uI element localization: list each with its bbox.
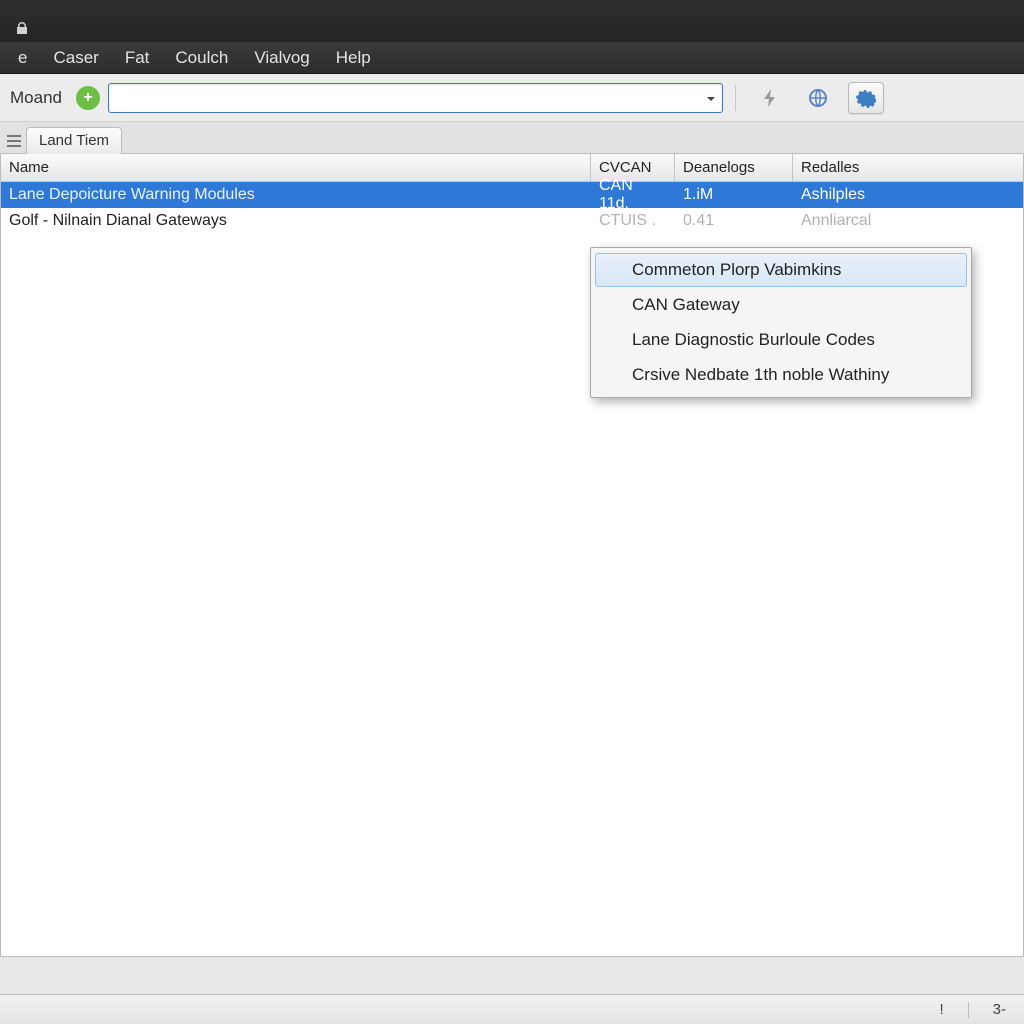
status-right: 3-: [993, 1001, 1006, 1018]
globe-button[interactable]: [800, 82, 836, 114]
toolbar: Moand +: [0, 74, 1024, 122]
bolt-button[interactable]: [752, 82, 788, 114]
cell-red: Ashilples: [793, 182, 1023, 208]
titlebar: [0, 0, 1024, 42]
toolbar-separator: [735, 85, 736, 111]
table-row[interactable]: Lane Depoicture Warning Modules CAN 11d.…: [1, 182, 1023, 208]
cell-name: Golf - Nilnain Dianal Gateways: [1, 208, 591, 234]
context-menu: Commeton Plorp Vabimkins CAN Gateway Lan…: [590, 247, 972, 398]
col-header-deanelogs[interactable]: Deanelogs: [675, 154, 793, 181]
tab-list-icon: [6, 133, 22, 149]
app-window: e Caser Fat Coulch Vialvog Help Moand +: [0, 0, 1024, 1024]
menu-caser[interactable]: Caser: [43, 45, 108, 71]
toolbar-moand-label: Moand: [10, 88, 62, 108]
menu-coulch[interactable]: Coulch: [165, 45, 238, 71]
table-row[interactable]: Golf - Nilnain Dianal Gateways CTUIS . 0…: [1, 208, 1023, 234]
app-icon: [14, 20, 30, 36]
ctx-can-gateway[interactable]: CAN Gateway: [595, 288, 967, 322]
address-input[interactable]: [108, 83, 723, 113]
cell-cvcan: CTUIS .: [591, 208, 675, 234]
tabstrip: Land Tiem: [0, 122, 1024, 154]
menu-vialvog[interactable]: Vialvog: [244, 45, 319, 71]
ctx-lane-diagnostic[interactable]: Lane Diagnostic Burloule Codes: [595, 323, 967, 357]
menu-fat[interactable]: Fat: [115, 45, 160, 71]
add-icon[interactable]: +: [76, 86, 100, 110]
table-header: Name CVCAN Deanelogs Redalles: [1, 154, 1023, 182]
cell-dean: 1.iM: [675, 182, 793, 208]
cell-dean: 0.41: [675, 208, 793, 234]
ctx-crsive-nedbate[interactable]: Crsive Nedbate 1th noble Wathiny: [595, 358, 967, 392]
col-header-redalles[interactable]: Redalles: [793, 154, 1023, 181]
settings-button[interactable]: [848, 82, 884, 114]
statusbar: ! 3-: [0, 994, 1024, 1024]
address-combo[interactable]: [108, 83, 723, 113]
col-header-name[interactable]: Name: [1, 154, 591, 181]
menu-help[interactable]: Help: [326, 45, 381, 71]
status-divider: [968, 1002, 969, 1018]
menubar: e Caser Fat Coulch Vialvog Help: [0, 42, 1024, 74]
menu-e[interactable]: e: [8, 45, 37, 71]
status-left: !: [939, 1001, 943, 1018]
cell-name: Lane Depoicture Warning Modules: [1, 182, 591, 208]
tab-land-tiem[interactable]: Land Tiem: [26, 127, 122, 154]
ctx-commeton-plorp[interactable]: Commeton Plorp Vabimkins: [595, 253, 967, 287]
cell-red: Annliarcal: [793, 208, 1023, 234]
cell-cvcan: CAN 11d.: [591, 182, 675, 208]
